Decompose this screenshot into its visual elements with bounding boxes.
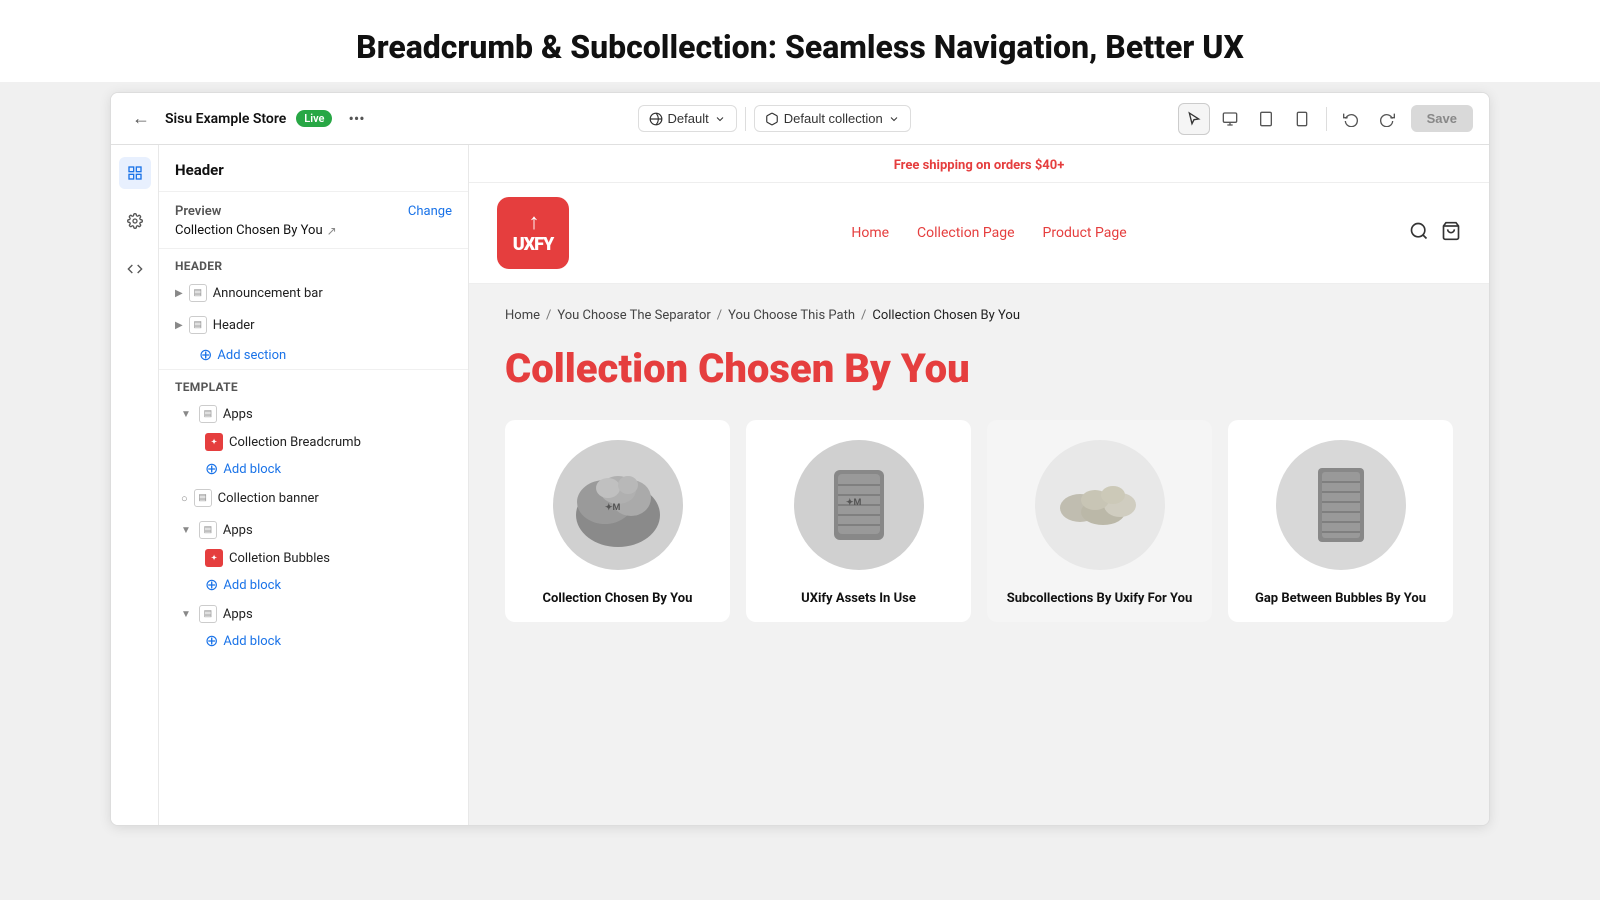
cursor-icon-btn[interactable] <box>1178 103 1210 135</box>
mobile-icon-btn[interactable] <box>1286 103 1318 135</box>
add-block-2-button[interactable]: ⊕ Add block <box>159 572 468 598</box>
apps-3-label: Apps <box>223 607 253 622</box>
apps-icon[interactable] <box>119 253 151 285</box>
tablet-icon-btn[interactable] <box>1250 103 1282 135</box>
sidebar-collection-title: Header <box>175 161 452 179</box>
icon-rail <box>111 145 159 825</box>
breadcrumb-separator-label[interactable]: You Choose The Separator <box>557 308 710 323</box>
apps-2-label: Apps <box>223 523 253 538</box>
apps-group-3[interactable]: ▼ ▤ Apps <box>159 598 468 628</box>
svg-text:✦M: ✦M <box>846 498 862 508</box>
announcement-bar-item[interactable]: ▶ ▤ Announcement bar <box>159 277 468 309</box>
product-grid: ✦M Collection Chosen By You <box>505 420 1453 622</box>
breadcrumb-sep-2: / <box>717 308 722 323</box>
add-block-3-button[interactable]: ⊕ Add block <box>159 628 468 654</box>
store-logo: ↑ UXFY <box>497 197 569 269</box>
redo-button[interactable] <box>1371 103 1403 135</box>
sidebar: Header Preview Change Collection Chosen … <box>159 145 469 825</box>
page-title: Breadcrumb & Subcollection: Seamless Nav… <box>20 28 1580 66</box>
header-section-label: Header <box>175 259 452 273</box>
product-2-name: UXify Assets In Use <box>746 590 971 608</box>
save-button[interactable]: Save <box>1411 105 1473 132</box>
apps-group-1[interactable]: ▼ ▤ Apps <box>159 398 468 428</box>
nav-home[interactable]: Home <box>851 225 889 241</box>
header-label: Header <box>213 318 255 333</box>
collection-title: Collection Chosen By You <box>505 345 1453 392</box>
add-section-button[interactable]: ⊕ Add section <box>159 341 468 369</box>
collection-banner-label: Collection banner <box>218 491 319 506</box>
breadcrumb-trail: Home / You Choose The Separator / You Ch… <box>505 308 1453 323</box>
preview-label: Preview <box>175 204 221 219</box>
store-preview: Free shipping on orders $40+ ↑ UXFY <box>469 145 1489 825</box>
apps-group-2[interactable]: ▼ ▤ Apps <box>159 514 468 544</box>
settings-icon[interactable] <box>119 205 151 237</box>
change-link[interactable]: Change <box>408 204 452 219</box>
breadcrumb-current: Collection Chosen By You <box>872 308 1020 323</box>
announcement-bar-label: Announcement bar <box>213 286 323 301</box>
store-name-label: Sisu Example Store <box>165 111 286 127</box>
store-banner: Free shipping on orders $40+ <box>469 145 1489 183</box>
store-nav: ↑ UXFY Home Collection Page Product Page <box>469 183 1489 284</box>
collection-dropdown[interactable]: Default collection <box>754 105 911 132</box>
external-link-icon: ↗ <box>327 224 337 238</box>
svg-text:✦M: ✦M <box>605 503 621 513</box>
collection-banner-item[interactable]: ○ ▤ Collection banner <box>159 482 468 514</box>
nav-product-page[interactable]: Product Page <box>1043 225 1127 241</box>
banner-text: Free shipping on orders $40+ <box>894 158 1065 173</box>
preview-value: Collection Chosen By You <box>175 223 323 238</box>
collection-breadcrumb-label: Collection Breadcrumb <box>229 435 361 450</box>
collection-breadcrumb-item[interactable]: ✦ Collection Breadcrumb <box>159 428 468 456</box>
nav-collection-page[interactable]: Collection Page <box>917 225 1015 241</box>
more-options-button[interactable]: ••• <box>342 107 370 130</box>
product-card-3[interactable]: Subcollections By Uxify For You <box>987 420 1212 622</box>
product-1-name: Collection Chosen By You <box>505 590 730 608</box>
product-3-name: Subcollections By Uxify For You <box>987 590 1212 608</box>
desktop-icon-btn[interactable] <box>1214 103 1246 135</box>
breadcrumb-sep-3: / <box>861 308 866 323</box>
main-wrapper: ← Sisu Example Store Live ••• Default De… <box>110 92 1490 826</box>
preview-area: Free shipping on orders $40+ ↑ UXFY <box>469 145 1489 825</box>
breadcrumb-home[interactable]: Home <box>505 308 540 323</box>
product-4-name: Gap Between Bubbles By You <box>1228 590 1453 608</box>
search-icon[interactable] <box>1409 221 1429 245</box>
sections-icon[interactable] <box>119 157 151 189</box>
apps-1-label: Apps <box>223 407 253 422</box>
add-block-1-button[interactable]: ⊕ Add block <box>159 456 468 482</box>
template-section-label: Template <box>175 380 452 394</box>
breadcrumb-sep-1: / <box>546 308 551 323</box>
product-card-1[interactable]: ✦M Collection Chosen By You <box>505 420 730 622</box>
cart-icon[interactable] <box>1441 221 1461 245</box>
undo-button[interactable] <box>1335 103 1367 135</box>
theme-dropdown[interactable]: Default <box>638 105 737 132</box>
live-badge: Live <box>296 110 332 127</box>
product-card-2[interactable]: ✦M UXify Assets In Use <box>746 420 971 622</box>
top-bar: ← Sisu Example Store Live ••• Default De… <box>111 93 1489 145</box>
product-card-4[interactable]: Gap Between Bubbles By You <box>1228 420 1453 622</box>
header-item[interactable]: ▶ ▤ Header <box>159 309 468 341</box>
theme-label: Default <box>668 111 709 126</box>
collection-bubbles-item[interactable]: ✦ Colletion Bubbles <box>159 544 468 572</box>
collection-label: Default collection <box>784 111 883 126</box>
collection-bubbles-label: Colletion Bubbles <box>229 551 330 566</box>
breadcrumb-path-label[interactable]: You Choose This Path <box>728 308 855 323</box>
back-button[interactable]: ← <box>127 105 155 133</box>
